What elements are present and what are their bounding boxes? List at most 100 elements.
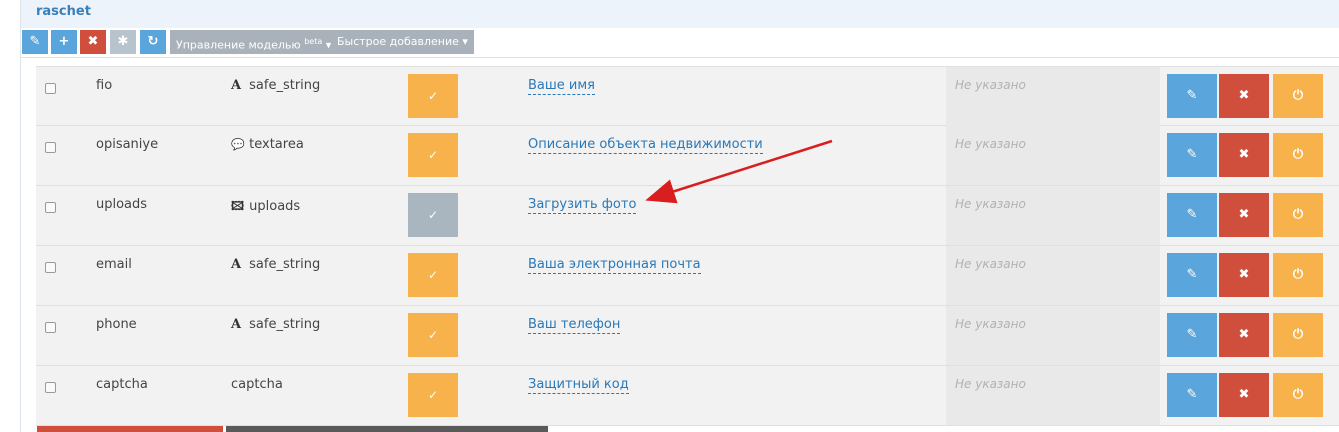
pencil-icon: ✎: [1186, 327, 1198, 342]
table-row: email A safe_string ✓ Ваша электронная п…: [36, 246, 1339, 306]
default-value: Не указано: [955, 78, 1026, 92]
edit-button[interactable]: ✎: [22, 30, 48, 54]
row-edit-button[interactable]: ✎: [1167, 133, 1217, 177]
delete-button[interactable]: ✖: [80, 30, 106, 54]
row-edit-button[interactable]: ✎: [1167, 253, 1217, 297]
default-column: [946, 67, 1160, 126]
row-delete-button[interactable]: ✖: [1219, 253, 1269, 297]
field-type-label: captcha: [231, 377, 283, 392]
field-type-label: safe_string: [249, 257, 321, 272]
field-type: A safe_string: [231, 317, 320, 332]
add-button[interactable]: +: [51, 30, 77, 54]
status-toggle[interactable]: ✓: [408, 74, 458, 118]
close-icon: ✖: [1238, 207, 1250, 222]
check-circle-icon: ✓: [427, 208, 439, 222]
row-power-button[interactable]: ⏻: [1273, 373, 1323, 417]
row-power-button[interactable]: ⏻: [1273, 253, 1323, 297]
field-type-label: safe_string: [249, 317, 321, 332]
field-caption-link[interactable]: Ваше имя: [528, 78, 595, 95]
status-toggle[interactable]: ✓: [408, 133, 458, 177]
asterisk-icon: ✱: [117, 34, 129, 49]
field-name: phone: [96, 317, 137, 332]
fields-table: fio A safe_string ✓ Ваше имя Не указано …: [36, 66, 1339, 426]
row-edit-button[interactable]: ✎: [1167, 193, 1217, 237]
field-caption-link[interactable]: Загрузить фото: [528, 197, 637, 214]
row-edit-button[interactable]: ✎: [1167, 313, 1217, 357]
bottom-red-button[interactable]: [37, 426, 223, 432]
refresh-button[interactable]: ↻: [140, 30, 166, 54]
row-checkbox[interactable]: [45, 83, 56, 94]
row-delete-button[interactable]: ✖: [1219, 373, 1269, 417]
model-management-dropdown[interactable]: Управление моделью beta ▾: [170, 30, 338, 54]
close-icon: ✖: [87, 34, 99, 49]
quick-add-dropdown[interactable]: Быстрое добавление ▾: [331, 30, 474, 54]
default-value: Не указано: [955, 377, 1026, 391]
font-icon: A: [231, 317, 242, 332]
field-caption-link[interactable]: Ваша электронная почта: [528, 257, 701, 274]
pencil-icon: ✎: [1186, 267, 1198, 282]
chevron-down-icon: ▾: [462, 35, 468, 48]
close-icon: ✖: [1238, 88, 1250, 103]
default-value: Не указано: [955, 257, 1026, 271]
row-power-button[interactable]: ⏻: [1273, 133, 1323, 177]
row-checkbox[interactable]: [45, 202, 56, 213]
row-checkbox[interactable]: [45, 142, 56, 153]
pencil-icon: ✎: [29, 34, 41, 49]
field-type-label: uploads: [249, 199, 301, 214]
page: raschet ✎ + ✖ ✱ ↻ Управление моделью bet…: [0, 0, 1339, 432]
bottom-dark-button[interactable]: [226, 426, 548, 432]
check-circle-icon: ✓: [427, 388, 439, 402]
field-caption-link[interactable]: Защитный код: [528, 377, 629, 394]
model-management-label: Управление моделью: [176, 38, 301, 52]
field-name: fio: [96, 78, 113, 93]
row-delete-button[interactable]: ✖: [1219, 133, 1269, 177]
row-checkbox[interactable]: [45, 382, 56, 393]
row-delete-button[interactable]: ✖: [1219, 193, 1269, 237]
field-caption-link[interactable]: Описание объекта недвижимости: [528, 137, 763, 154]
check-circle-icon: ✓: [427, 328, 439, 342]
row-delete-button[interactable]: ✖: [1219, 313, 1269, 357]
default-value: Не указано: [955, 137, 1026, 151]
row-checkbox[interactable]: [45, 262, 56, 273]
font-icon: A: [231, 257, 242, 272]
row-power-button[interactable]: ⏻: [1273, 74, 1323, 118]
panel-title: raschet: [36, 4, 91, 19]
row-power-button[interactable]: ⏻: [1273, 313, 1323, 357]
field-type: captcha: [231, 377, 283, 392]
status-toggle[interactable]: ✓: [408, 253, 458, 297]
row-power-button[interactable]: ⏻: [1273, 193, 1323, 237]
field-type: 🖾 uploads: [231, 197, 300, 218]
font-icon: A: [231, 78, 242, 93]
field-name: uploads: [96, 197, 148, 212]
status-toggle[interactable]: ✓: [408, 193, 458, 237]
table-row: fio A safe_string ✓ Ваше имя Не указано …: [36, 66, 1339, 126]
toolbar: ✎ + ✖ ✱ ↻ Управление моделью beta ▾ Быст…: [20, 28, 1339, 58]
status-toggle[interactable]: ✓: [408, 313, 458, 357]
default-column: [946, 126, 1160, 185]
power-icon: ⏻: [1292, 88, 1304, 103]
field-caption-link[interactable]: Ваш телефон: [528, 317, 621, 334]
default-value: Не указано: [955, 317, 1026, 331]
panel-border: [20, 58, 21, 432]
power-icon: ⏻: [1292, 267, 1304, 282]
quick-add-label: Быстрое добавление: [337, 35, 459, 48]
table-row: uploads 🖾 uploads ✓ Загрузить фото Не ук…: [36, 186, 1339, 246]
field-type: A safe_string: [231, 78, 320, 93]
close-icon: ✖: [1238, 147, 1250, 162]
field-type: A safe_string: [231, 257, 320, 272]
default-column: [946, 366, 1160, 425]
close-icon: ✖: [1238, 387, 1250, 402]
check-circle-icon: ✓: [427, 268, 439, 282]
row-checkbox[interactable]: [45, 322, 56, 333]
row-edit-button[interactable]: ✎: [1167, 74, 1217, 118]
beta-badge: beta: [304, 37, 323, 46]
pencil-icon: ✎: [1186, 147, 1198, 162]
field-type-label: textarea: [249, 137, 304, 152]
pencil-icon: ✎: [1186, 207, 1198, 222]
row-delete-button[interactable]: ✖: [1219, 74, 1269, 118]
pencil-icon: ✎: [1186, 387, 1198, 402]
status-toggle[interactable]: ✓: [408, 373, 458, 417]
field-type: 💬 textarea: [231, 137, 304, 152]
star-button[interactable]: ✱: [110, 30, 136, 54]
row-edit-button[interactable]: ✎: [1167, 373, 1217, 417]
